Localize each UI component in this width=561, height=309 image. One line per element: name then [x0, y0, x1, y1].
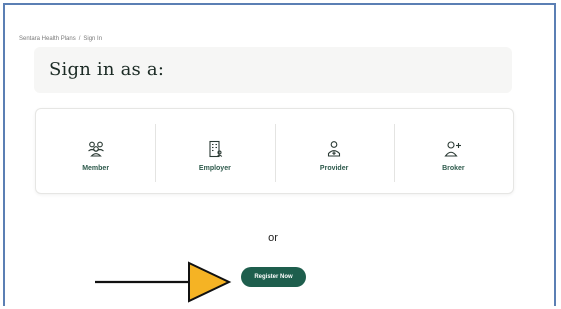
- breadcrumb-home-link[interactable]: Sentara Health Plans: [19, 36, 76, 42]
- role-broker-option[interactable]: Broker: [393, 109, 513, 193]
- user-plus-icon: [443, 139, 463, 159]
- role-member-label: Member: [82, 165, 110, 172]
- breadcrumb-separator: /: [78, 36, 81, 42]
- members-icon: [86, 139, 106, 159]
- building-icon: [205, 139, 225, 159]
- role-provider-option[interactable]: Provider: [274, 109, 394, 193]
- page-title: Sign in as a:: [49, 59, 165, 80]
- title-card: Sign in as a:: [34, 47, 512, 93]
- role-broker-label: Broker: [442, 165, 465, 172]
- role-selector: Member Employer Provider Broker: [35, 108, 514, 194]
- role-provider-label: Provider: [319, 165, 349, 172]
- page-frame: Sentara Health Plans / Sign In Sign in as …: [3, 3, 556, 306]
- doctor-icon: [324, 139, 344, 159]
- breadcrumb-current: Sign In: [83, 36, 103, 42]
- role-employer-label: Employer: [198, 165, 231, 172]
- role-employer-option[interactable]: Employer: [155, 109, 274, 193]
- register-now-button[interactable]: Register Now: [241, 267, 306, 287]
- role-member-option[interactable]: Member: [36, 109, 155, 193]
- arrow-pointer-icon: [95, 261, 232, 303]
- breadcrumb: Sentara Health Plans / Sign In: [19, 36, 102, 42]
- or-divider-text: or: [268, 232, 278, 244]
